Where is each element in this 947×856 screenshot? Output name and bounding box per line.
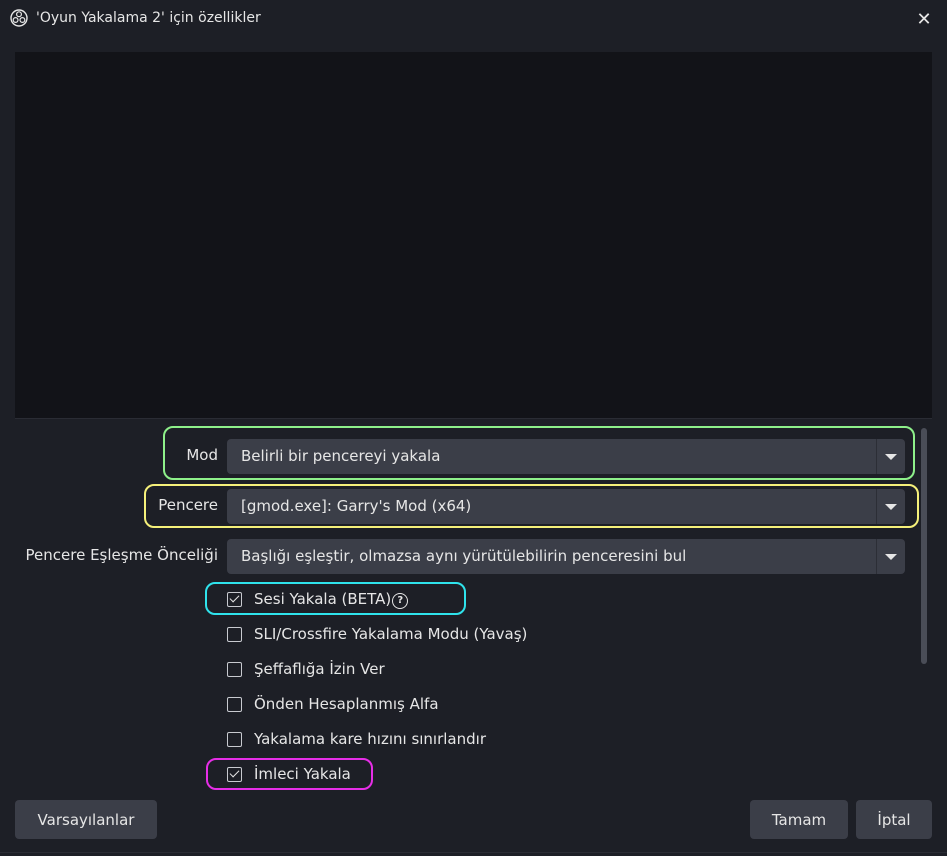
chevron-down-icon: [885, 453, 897, 460]
checkbox-box[interactable]: [227, 627, 242, 642]
match-priority-select[interactable]: Başlığı eşleştir, olmazsa aynı yürütüleb…: [227, 539, 905, 574]
match-priority-value: Başlığı eşleştir, olmazsa aynı yürütüleb…: [241, 547, 687, 565]
checkbox-box[interactable]: [227, 767, 242, 782]
checkbox-label: Yakalama kare hızını sınırlandır: [254, 730, 486, 748]
obs-logo-icon: [10, 9, 28, 27]
match-priority-dropdown-arrow[interactable]: [876, 539, 905, 574]
chevron-down-icon: [885, 553, 897, 560]
checkbox-label: Önden Hesaplanmış Alfa: [254, 695, 439, 713]
checkbox-label: SLI/Crossfire Yakalama Modu (Yavaş): [254, 625, 528, 643]
close-button[interactable]: ✕: [911, 6, 937, 32]
properties-scrollbar[interactable]: [918, 426, 930, 788]
mode-label: Mod: [186, 446, 218, 464]
window-select[interactable]: [gmod.exe]: Garry's Mod (x64): [227, 489, 905, 524]
window-dropdown-arrow[interactable]: [876, 489, 905, 524]
checkbox-box[interactable]: [227, 662, 242, 677]
window-bottom-edge: [0, 852, 947, 853]
window-label: Pencere: [158, 496, 218, 514]
ok-button[interactable]: Tamam: [750, 800, 848, 839]
checkbox-box[interactable]: [227, 697, 242, 712]
scrollbar-thumb[interactable]: [921, 428, 927, 664]
match-priority-label: Pencere Eşleşme Önceliği: [25, 546, 218, 564]
help-icon[interactable]: ?: [392, 593, 409, 609]
defaults-button[interactable]: Varsayılanlar: [15, 800, 157, 839]
title-bar: 'Oyun Yakalama 2' için özellikler ✕: [0, 0, 947, 38]
close-icon: ✕: [916, 8, 932, 30]
mode-select[interactable]: Belirli bir pencereyi yakala: [227, 439, 905, 474]
window-value: [gmod.exe]: Garry's Mod (x64): [241, 497, 472, 515]
checkbox-box[interactable]: [227, 732, 242, 747]
source-preview: [15, 52, 932, 418]
chevron-down-icon: [885, 503, 897, 510]
mode-dropdown-arrow[interactable]: [876, 439, 905, 474]
window-title: 'Oyun Yakalama 2' için özellikler: [36, 10, 261, 26]
checkbox-label: İmleci Yakala: [254, 765, 351, 783]
cancel-button[interactable]: İptal: [856, 800, 932, 839]
checkbox-box[interactable]: [227, 592, 242, 607]
checkbox-label: Şeffaflığa İzin Ver: [254, 660, 385, 678]
mode-value: Belirli bir pencereyi yakala: [241, 447, 441, 465]
checkbox-label: Sesi Yakala (BETA): [254, 590, 392, 608]
